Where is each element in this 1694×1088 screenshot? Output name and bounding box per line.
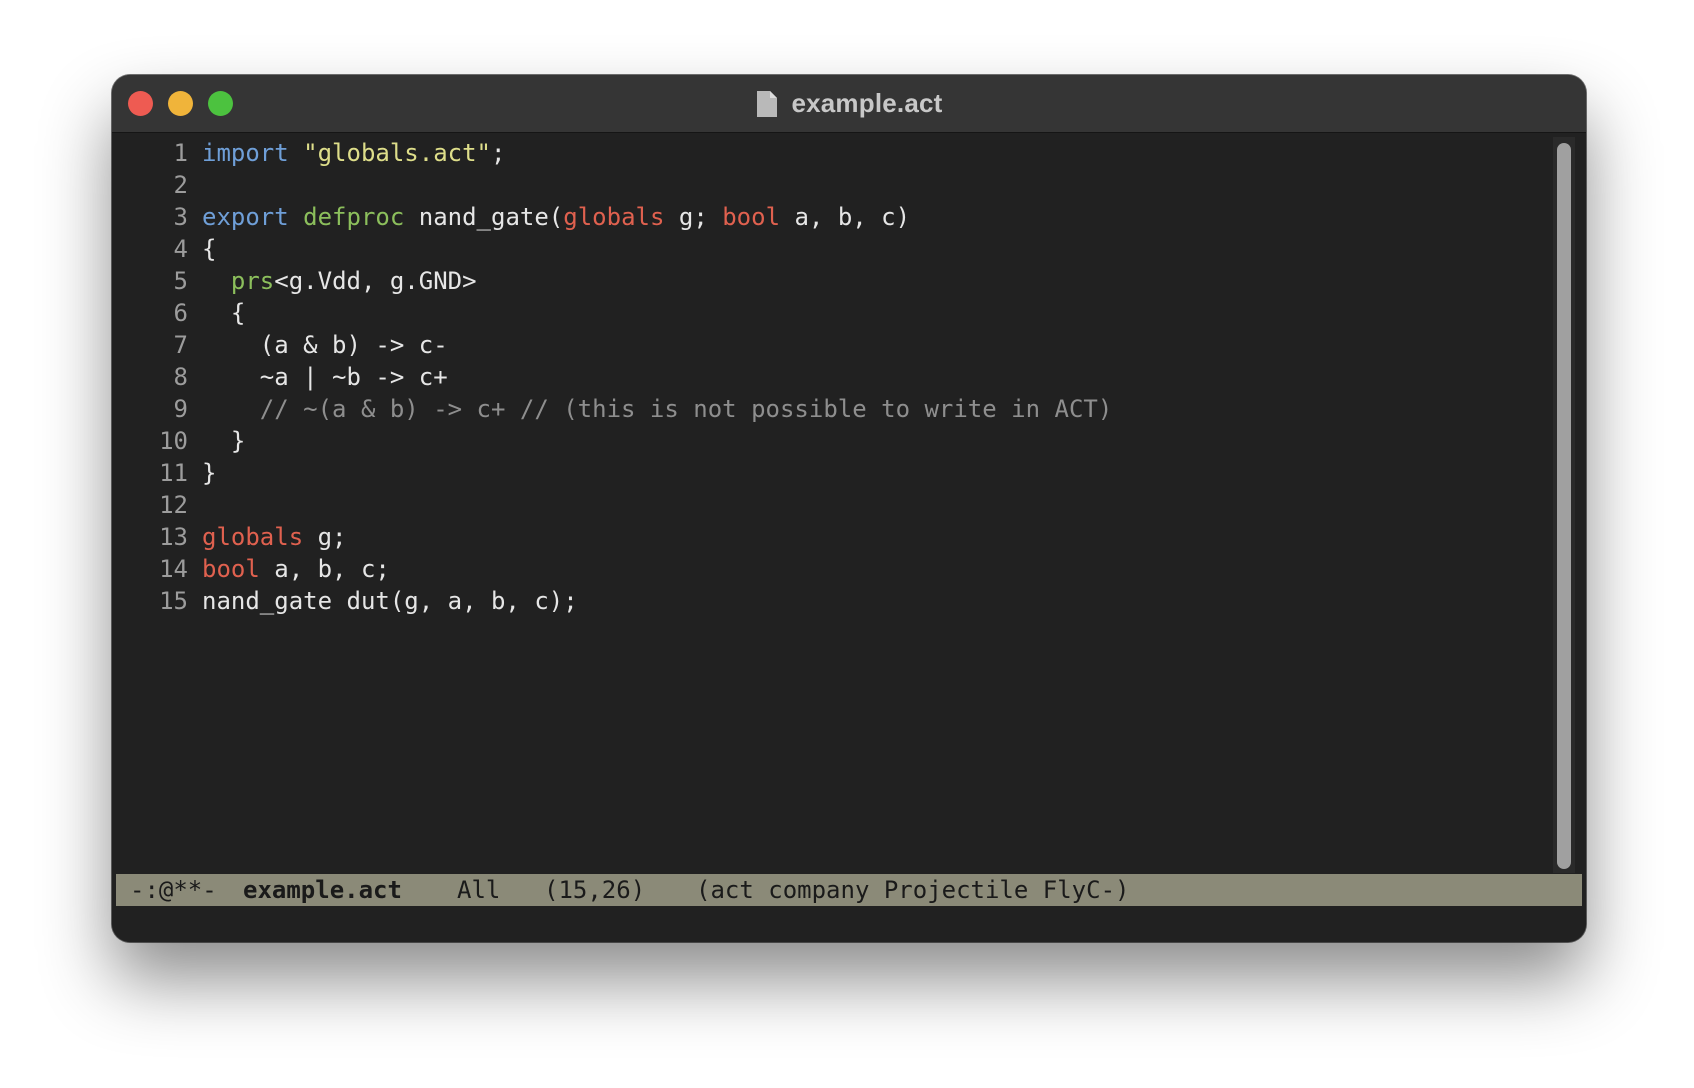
scrollbar-thumb[interactable]	[1557, 143, 1571, 869]
code-token: globals	[563, 203, 665, 231]
code-token: bool	[202, 555, 260, 583]
line-number: 12	[159, 491, 188, 519]
code-token: }	[202, 459, 217, 487]
code-token: }	[202, 427, 246, 455]
code-token: a, b, c)	[780, 203, 911, 231]
line-number: 5	[173, 267, 188, 295]
code-token: globals	[202, 523, 304, 551]
line-code: nand_gate dut(g, a, b, c);	[202, 585, 578, 617]
line-code: bool a, b, c;	[202, 553, 390, 585]
title-bar[interactable]: example.act	[112, 75, 1586, 133]
code-token: import	[202, 139, 289, 167]
line-number: 13	[159, 523, 188, 551]
modeline-line-column: (15,26)	[544, 876, 646, 904]
modeline-status: -:@**-	[130, 876, 217, 904]
line-number: 7	[173, 331, 188, 359]
line-number: 2	[173, 171, 188, 199]
line-code: {	[202, 297, 245, 329]
code-token: ;	[491, 139, 506, 167]
code-token: <g.Vdd, g.GND>	[274, 267, 477, 295]
code-token: defproc	[303, 203, 405, 231]
echo-area[interactable]	[112, 906, 1586, 942]
line-code: ~a | ~b -> c+	[202, 361, 448, 393]
line-number: 15	[159, 587, 188, 615]
code-token: (a & b) -> c-	[202, 331, 448, 359]
line-code: }	[202, 457, 216, 489]
line-code: globals g;	[202, 521, 347, 553]
window-title-group: example.act	[112, 75, 1586, 132]
line-code: import "globals.act";	[202, 137, 505, 169]
code-token: bool	[722, 203, 781, 231]
code-token: g;	[664, 203, 723, 231]
line-code: (a & b) -> c-	[202, 329, 448, 361]
code-token: {	[202, 235, 217, 263]
code-token: a, b, c;	[259, 555, 390, 583]
code-token: // ~(a & b) -> c+ // (this is not possib…	[259, 395, 1113, 423]
modeline-buffer-name[interactable]: example.act	[243, 874, 402, 906]
line-number: 9	[173, 395, 188, 423]
line-code: {	[202, 233, 216, 265]
code-editor[interactable]: 1 import "globals.act"; 2 3 export defproc n…	[112, 133, 1550, 873]
line-code: prs<g.Vdd, g.GND>	[202, 265, 477, 297]
document-icon	[755, 89, 779, 119]
code-token: nand_gate(	[404, 203, 564, 231]
code-token: nand_gate dut(g, a, b, c);	[202, 587, 578, 615]
editor-window: example.act 1 import "globals.act"; 2 3 expo…	[112, 75, 1586, 942]
line-number: 10	[159, 427, 188, 455]
line-number: 11	[159, 459, 188, 487]
line-number: 14	[159, 555, 188, 583]
code-token: export	[202, 203, 289, 231]
modeline-position: All	[457, 876, 501, 904]
code-token: ~a | ~b -> c+	[202, 363, 448, 391]
line-code: export defproc nand_gate(globals g; bool…	[202, 201, 910, 233]
line-code: // ~(a & b) -> c+ // (this is not possib…	[202, 393, 1113, 425]
line-number: 3	[173, 203, 188, 231]
mode-line: -:@**- example.act All (15,26) (act comp…	[116, 874, 1582, 906]
line-number: 6	[173, 299, 188, 327]
code-token: "globals.act"	[303, 139, 491, 167]
line-code: }	[202, 425, 245, 457]
line-number: 4	[173, 235, 188, 263]
code-token: prs	[230, 267, 275, 295]
window-title: example.act	[791, 88, 943, 118]
line-number: 8	[173, 363, 188, 391]
code-token: g;	[303, 523, 347, 551]
code-token: {	[202, 299, 246, 327]
modeline-modes[interactable]: (act company Projectile FlyC-)	[696, 874, 1129, 906]
line-number: 1	[173, 139, 188, 167]
